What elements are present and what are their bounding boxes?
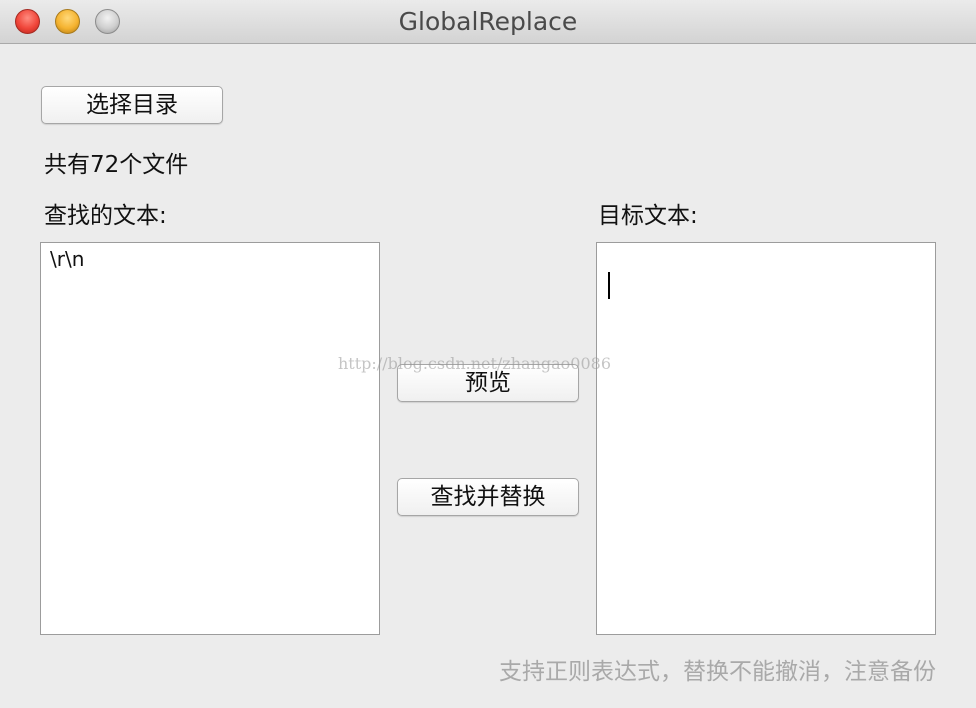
text-cursor (608, 272, 610, 299)
window-title: GlobalReplace (398, 7, 578, 36)
select-directory-button[interactable]: 选择目录 (41, 86, 223, 124)
file-count-label: 共有72个文件 (44, 152, 189, 178)
hint-text: 支持正则表达式，替换不能撤消，注意备份 (499, 659, 936, 685)
search-text-area[interactable]: \r\n (40, 242, 380, 635)
watermark: http://blog.csdn.net/zhangao0086 (338, 354, 612, 373)
target-text-area[interactable] (596, 242, 936, 635)
target-text-label: 目标文本: (598, 203, 698, 229)
title-bar[interactable]: GlobalReplace (0, 0, 976, 44)
main-window: GlobalReplace 选择目录 共有72个文件 查找的文本: 目标文本: … (0, 0, 976, 708)
find-and-replace-button[interactable]: 查找并替换 (397, 478, 579, 516)
search-text-label: 查找的文本: (44, 203, 167, 229)
search-text-value: \r\n (50, 247, 85, 271)
